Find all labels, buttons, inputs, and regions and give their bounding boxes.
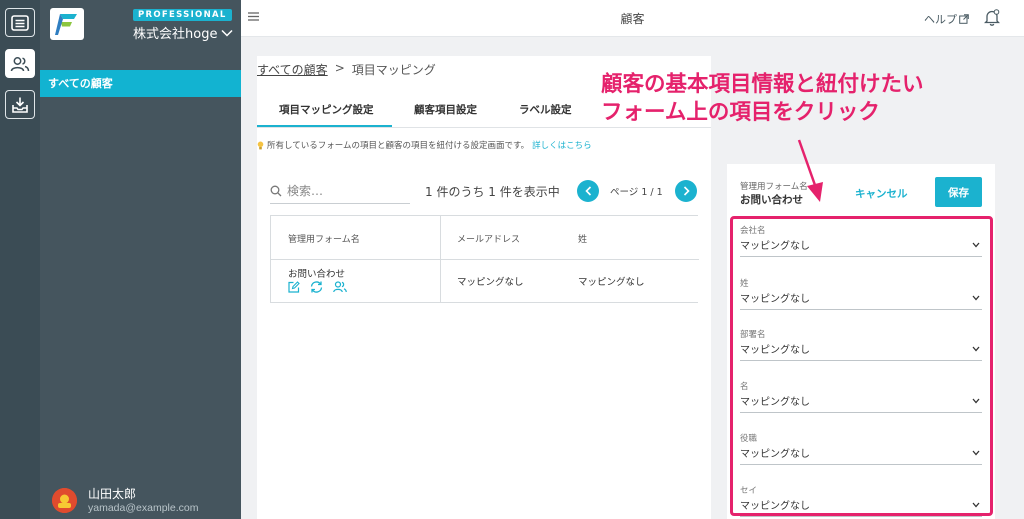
chevron-down-icon [972, 346, 980, 352]
mapping-select[interactable]: マッピングなし [740, 237, 982, 257]
list-icon [11, 14, 29, 31]
page-indicator: ページ 1 / 1 [610, 187, 663, 198]
sidebar: PROFESSIONAL 株式会社hoge すべての顧客 山田太郎 yamada… [40, 0, 241, 519]
info-text: 所有しているフォームの項目と顧客の項目を紐付ける設定画面です。 [267, 141, 530, 151]
sidebar-item-all-customers[interactable]: すべての顧客 [40, 70, 241, 97]
tab-label-settings[interactable]: ラベル設定 [519, 102, 572, 117]
row-form-name[interactable]: お問い合わせ [288, 266, 345, 280]
plan-badge: PROFESSIONAL [133, 9, 232, 21]
field-company: 会社名 マッピングなし [740, 224, 982, 264]
help-label: ヘルプ [924, 13, 957, 26]
field-label: 名 [740, 382, 749, 392]
prev-page-button[interactable] [577, 180, 599, 202]
mapping-select[interactable]: マッピングなし [740, 393, 982, 413]
inbox-download-icon [12, 97, 28, 113]
column-header-email: メールアドレス [457, 235, 521, 245]
user-name: 山田太郎 [88, 487, 137, 501]
field-label: 会社名 [740, 226, 766, 236]
search-icon [270, 185, 282, 196]
field-label: セイ [740, 486, 758, 496]
chevron-down-icon [221, 29, 233, 37]
top-header: 顧客 ヘルプ [241, 0, 1024, 37]
learn-more-link[interactable]: 詳しくはこちら [532, 139, 592, 151]
breadcrumb-separator: > [334, 61, 345, 75]
column-header-form-name: 管理用フォーム名 [288, 235, 360, 245]
breadcrumb: すべての顧客 > 項目マッピング [257, 61, 436, 78]
annotation-text: 顧客の基本項目情報と紐付けたい フォーム上の項目をクリック [601, 71, 924, 127]
cancel-button[interactable]: キャンセル [855, 186, 908, 201]
people-icon [10, 56, 30, 71]
chevron-down-icon [972, 398, 980, 404]
next-page-button[interactable] [675, 180, 697, 202]
chevron-down-icon [972, 242, 980, 248]
info-line: 所有しているフォームの項目と顧客の項目を紐付ける設定画面です。 詳しくはこちら [257, 139, 592, 151]
select-value: マッピングなし [740, 397, 810, 408]
select-value: マッピングなし [740, 241, 810, 252]
forms-table: 管理用フォーム名 メールアドレス 姓 お問い合わせ マッピングなし マッピングな… [270, 215, 699, 303]
column-header-last-name: 姓 [578, 235, 588, 245]
company-name: 株式会社hoge [133, 27, 218, 42]
row-actions [288, 281, 347, 293]
nav-customers-button[interactable] [5, 49, 35, 78]
field-position: 役職 マッピングなし [740, 432, 982, 472]
breadcrumb-all-customers[interactable]: すべての顧客 [257, 61, 328, 78]
chevron-down-icon [972, 502, 980, 508]
user-avatar-icon [52, 488, 77, 513]
annotation-line-2: フォーム上の項目をクリック [601, 100, 880, 125]
select-value: マッピングなし [740, 449, 810, 460]
chevron-left-icon [584, 186, 591, 196]
field-department: 部署名 マッピングなし [740, 328, 982, 368]
tab-field-mapping[interactable]: 項目マッピング設定 [279, 102, 374, 117]
table-row-divider [271, 259, 699, 260]
field-first-name: 名 マッピングなし [740, 380, 982, 420]
field-label: 役職 [740, 434, 758, 444]
select-value: マッピングなし [740, 294, 810, 305]
search-placeholder: 検索… [287, 184, 324, 198]
field-label: 姓 [740, 279, 749, 289]
result-count: 1 件のうち 1 件を表示中 [425, 185, 560, 199]
annotation-arrow-icon [797, 139, 823, 202]
select-value: マッピングなし [740, 501, 810, 512]
field-label: 部署名 [740, 330, 766, 340]
breadcrumb-current: 項目マッピング [351, 63, 436, 77]
field-last-name-kana: セイ マッピングなし [740, 484, 982, 519]
tab-customer-fields[interactable]: 顧客項目設定 [414, 102, 477, 117]
company-switcher[interactable]: 株式会社hoge [133, 23, 233, 42]
page-title: 顧客 [620, 12, 645, 26]
select-value: マッピングなし [740, 345, 810, 356]
mapping-select[interactable]: マッピングなし [740, 445, 982, 465]
chevron-down-icon [972, 295, 980, 301]
help-link[interactable]: ヘルプ [924, 11, 969, 27]
chevron-right-icon [683, 186, 690, 196]
menu-icon[interactable] [248, 12, 259, 21]
row-email-mapping: マッピングなし [457, 277, 524, 288]
save-button[interactable]: 保存 [935, 177, 982, 207]
chevron-down-icon [972, 450, 980, 456]
mapping-panel: 管理用フォーム名 お問い合わせ キャンセル 保存 会社名 マッピングなし 姓 マ… [727, 164, 995, 519]
search-input[interactable]: 検索… [270, 178, 410, 204]
mapping-select[interactable]: マッピングなし [740, 341, 982, 361]
customers-icon[interactable] [333, 281, 347, 293]
nav-inbox-button[interactable] [5, 90, 35, 119]
row-last-name-mapping: マッピングなし [578, 277, 645, 288]
lightbulb-icon [257, 141, 264, 149]
annotation-line-1: 顧客の基本項目情報と紐付けたい [601, 72, 924, 97]
user-email: yamada@example.com [88, 502, 199, 514]
field-last-name: 姓 マッピングなし [740, 277, 982, 317]
avatar[interactable] [52, 488, 77, 513]
active-tab-indicator [257, 125, 392, 127]
app-logo [50, 8, 84, 40]
notification-bell-icon[interactable] [984, 9, 1000, 26]
nav-list-button[interactable] [5, 8, 35, 37]
mapping-select[interactable]: マッピングなし [740, 497, 982, 517]
external-link-icon [959, 14, 969, 24]
edit-icon[interactable] [288, 281, 300, 293]
icon-rail [0, 0, 40, 519]
sync-icon[interactable] [310, 281, 323, 293]
mapping-select[interactable]: マッピングなし [740, 290, 982, 310]
